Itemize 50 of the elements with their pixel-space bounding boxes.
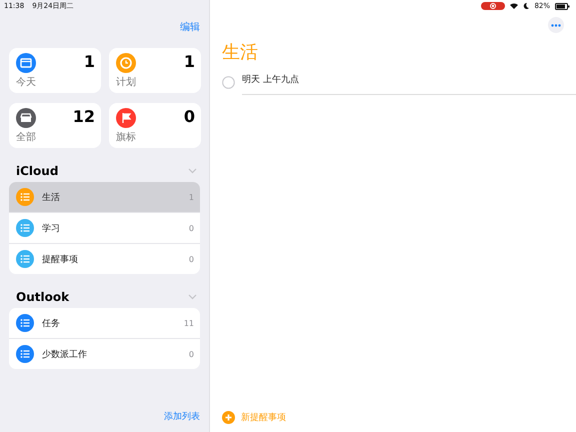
empty-circle-icon[interactable] — [222, 76, 235, 89]
list-name: 少数派工作 — [42, 348, 88, 360]
list-name: 生活 — [42, 192, 61, 204]
smart-list-title: 今天 — [16, 76, 37, 89]
smart-list-count: 0 — [184, 108, 195, 126]
smart-list-card[interactable]: 0 旗标 — [109, 103, 201, 148]
smart-list-count: 12 — [72, 108, 95, 126]
smart-list-card[interactable]: 12 全部 — [9, 103, 101, 148]
smart-list-count: 1 — [184, 53, 195, 71]
list-name: 学习 — [42, 222, 61, 234]
list-count: 0 — [188, 254, 194, 264]
scheduled-list-icon — [116, 53, 136, 73]
more-icon — [551, 24, 561, 26]
list-count: 1 — [188, 192, 194, 202]
list-count: 11 — [184, 318, 194, 328]
list-icon — [16, 345, 34, 363]
smart-list-card[interactable]: 1 计划 — [109, 48, 201, 93]
group-title: Outlook — [16, 290, 70, 304]
list-name: 任务 — [42, 318, 61, 330]
list-title: 生活 — [222, 42, 259, 64]
record-icon — [490, 3, 496, 9]
smart-list-count: 1 — [84, 53, 95, 71]
moon-icon — [523, 3, 530, 9]
reminder-title[interactable]: 明天 上午九点 — [242, 70, 576, 95]
list-row[interactable]: 生活 1 — [9, 182, 200, 213]
list-row[interactable]: 任务 11 — [9, 308, 200, 339]
all-list-icon — [16, 108, 36, 128]
list-icon — [16, 188, 34, 206]
wifi-icon — [510, 3, 518, 9]
list-name: 提醒事项 — [42, 254, 79, 266]
list-row[interactable]: 学习 0 — [9, 213, 200, 244]
more-button[interactable] — [548, 17, 564, 33]
list-icon — [16, 314, 34, 332]
list-row[interactable]: 少数派工作 0 — [9, 339, 200, 369]
smart-list-title: 全部 — [16, 130, 37, 144]
chevron-down-icon[interactable] — [188, 294, 197, 300]
smart-list-title: 旗标 — [116, 130, 137, 144]
flagged-list-icon — [116, 108, 136, 128]
smart-list-title: 计划 — [116, 76, 137, 89]
today-list-icon — [16, 53, 36, 73]
list-row[interactable]: 提醒事项 0 — [9, 244, 200, 274]
list-count: 0 — [188, 350, 194, 358]
battery-icon — [555, 2, 570, 10]
list-icon — [16, 219, 34, 237]
list-count: 0 — [188, 224, 194, 232]
list-icon — [16, 250, 34, 268]
smart-list-card[interactable]: 1 今天 — [9, 48, 101, 93]
chevron-down-icon[interactable] — [188, 168, 197, 174]
plus-circle-icon[interactable] — [222, 411, 235, 424]
group-title: iCloud — [16, 164, 58, 178]
